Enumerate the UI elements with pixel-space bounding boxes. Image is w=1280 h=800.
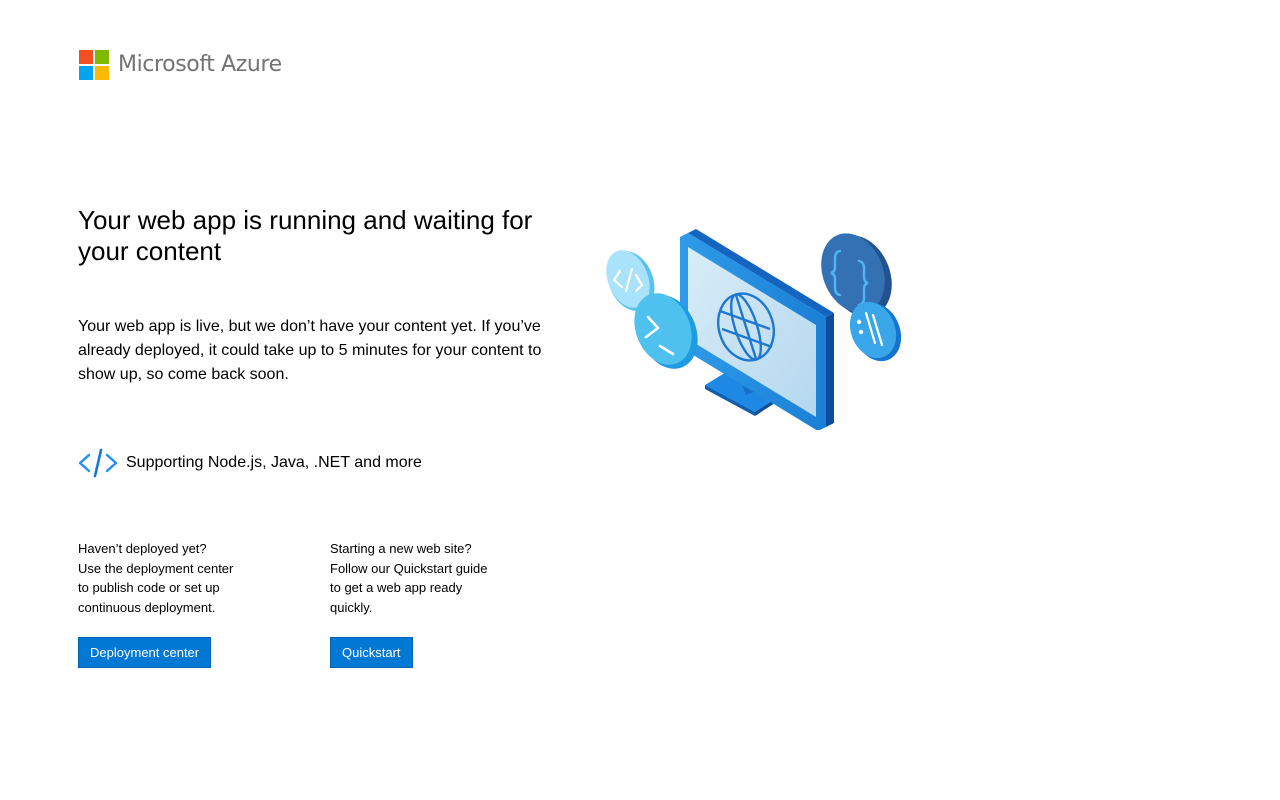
page-title: Your web app is running and waiting for … [78, 205, 533, 266]
logo-square-green [95, 50, 109, 64]
code-icon [78, 448, 118, 478]
deploy-info-line: Use the deployment center [78, 560, 234, 576]
microsoft-logo-icon [79, 50, 109, 80]
logo-square-blue [79, 66, 93, 80]
deploy-info-line: to publish code or set up [78, 580, 220, 596]
deploy-info-column: Haven’t deployed yet? Use the deployment… [78, 539, 248, 617]
deployment-center-button[interactable]: Deployment center [78, 637, 212, 668]
microsoft-azure-logo: Microsoft Azure [79, 50, 282, 80]
deploy-info-line: continuous deployment. [78, 599, 216, 615]
quickstart-button[interactable]: Quickstart [330, 637, 413, 668]
supporting-text: Supporting Node.js, Java, .NET and more [126, 454, 422, 471]
logo-square-yellow [95, 66, 109, 80]
quickstart-info-line: quickly. [330, 599, 373, 615]
logo-square-red [79, 50, 93, 64]
monitor-globe-illustration [606, 229, 902, 430]
quickstart-info-line: to get a web app ready [330, 580, 463, 596]
page-description: Your web app is live, but we don’t have … [78, 318, 542, 383]
page: Microsoft Azure Your web app is running … [0, 0, 1280, 800]
logo-text: Microsoft Azure [118, 52, 282, 77]
quickstart-info-line: Starting a new web site? [330, 541, 472, 556]
quickstart-info-column: Starting a new web site? Follow our Quic… [330, 539, 500, 617]
deploy-info-line: Haven’t deployed yet? [78, 541, 207, 556]
supporting-frameworks: Supporting Node.js, Java, .NET and more [78, 448, 422, 478]
quickstart-info-line: Follow our Quickstart guide [330, 560, 488, 576]
